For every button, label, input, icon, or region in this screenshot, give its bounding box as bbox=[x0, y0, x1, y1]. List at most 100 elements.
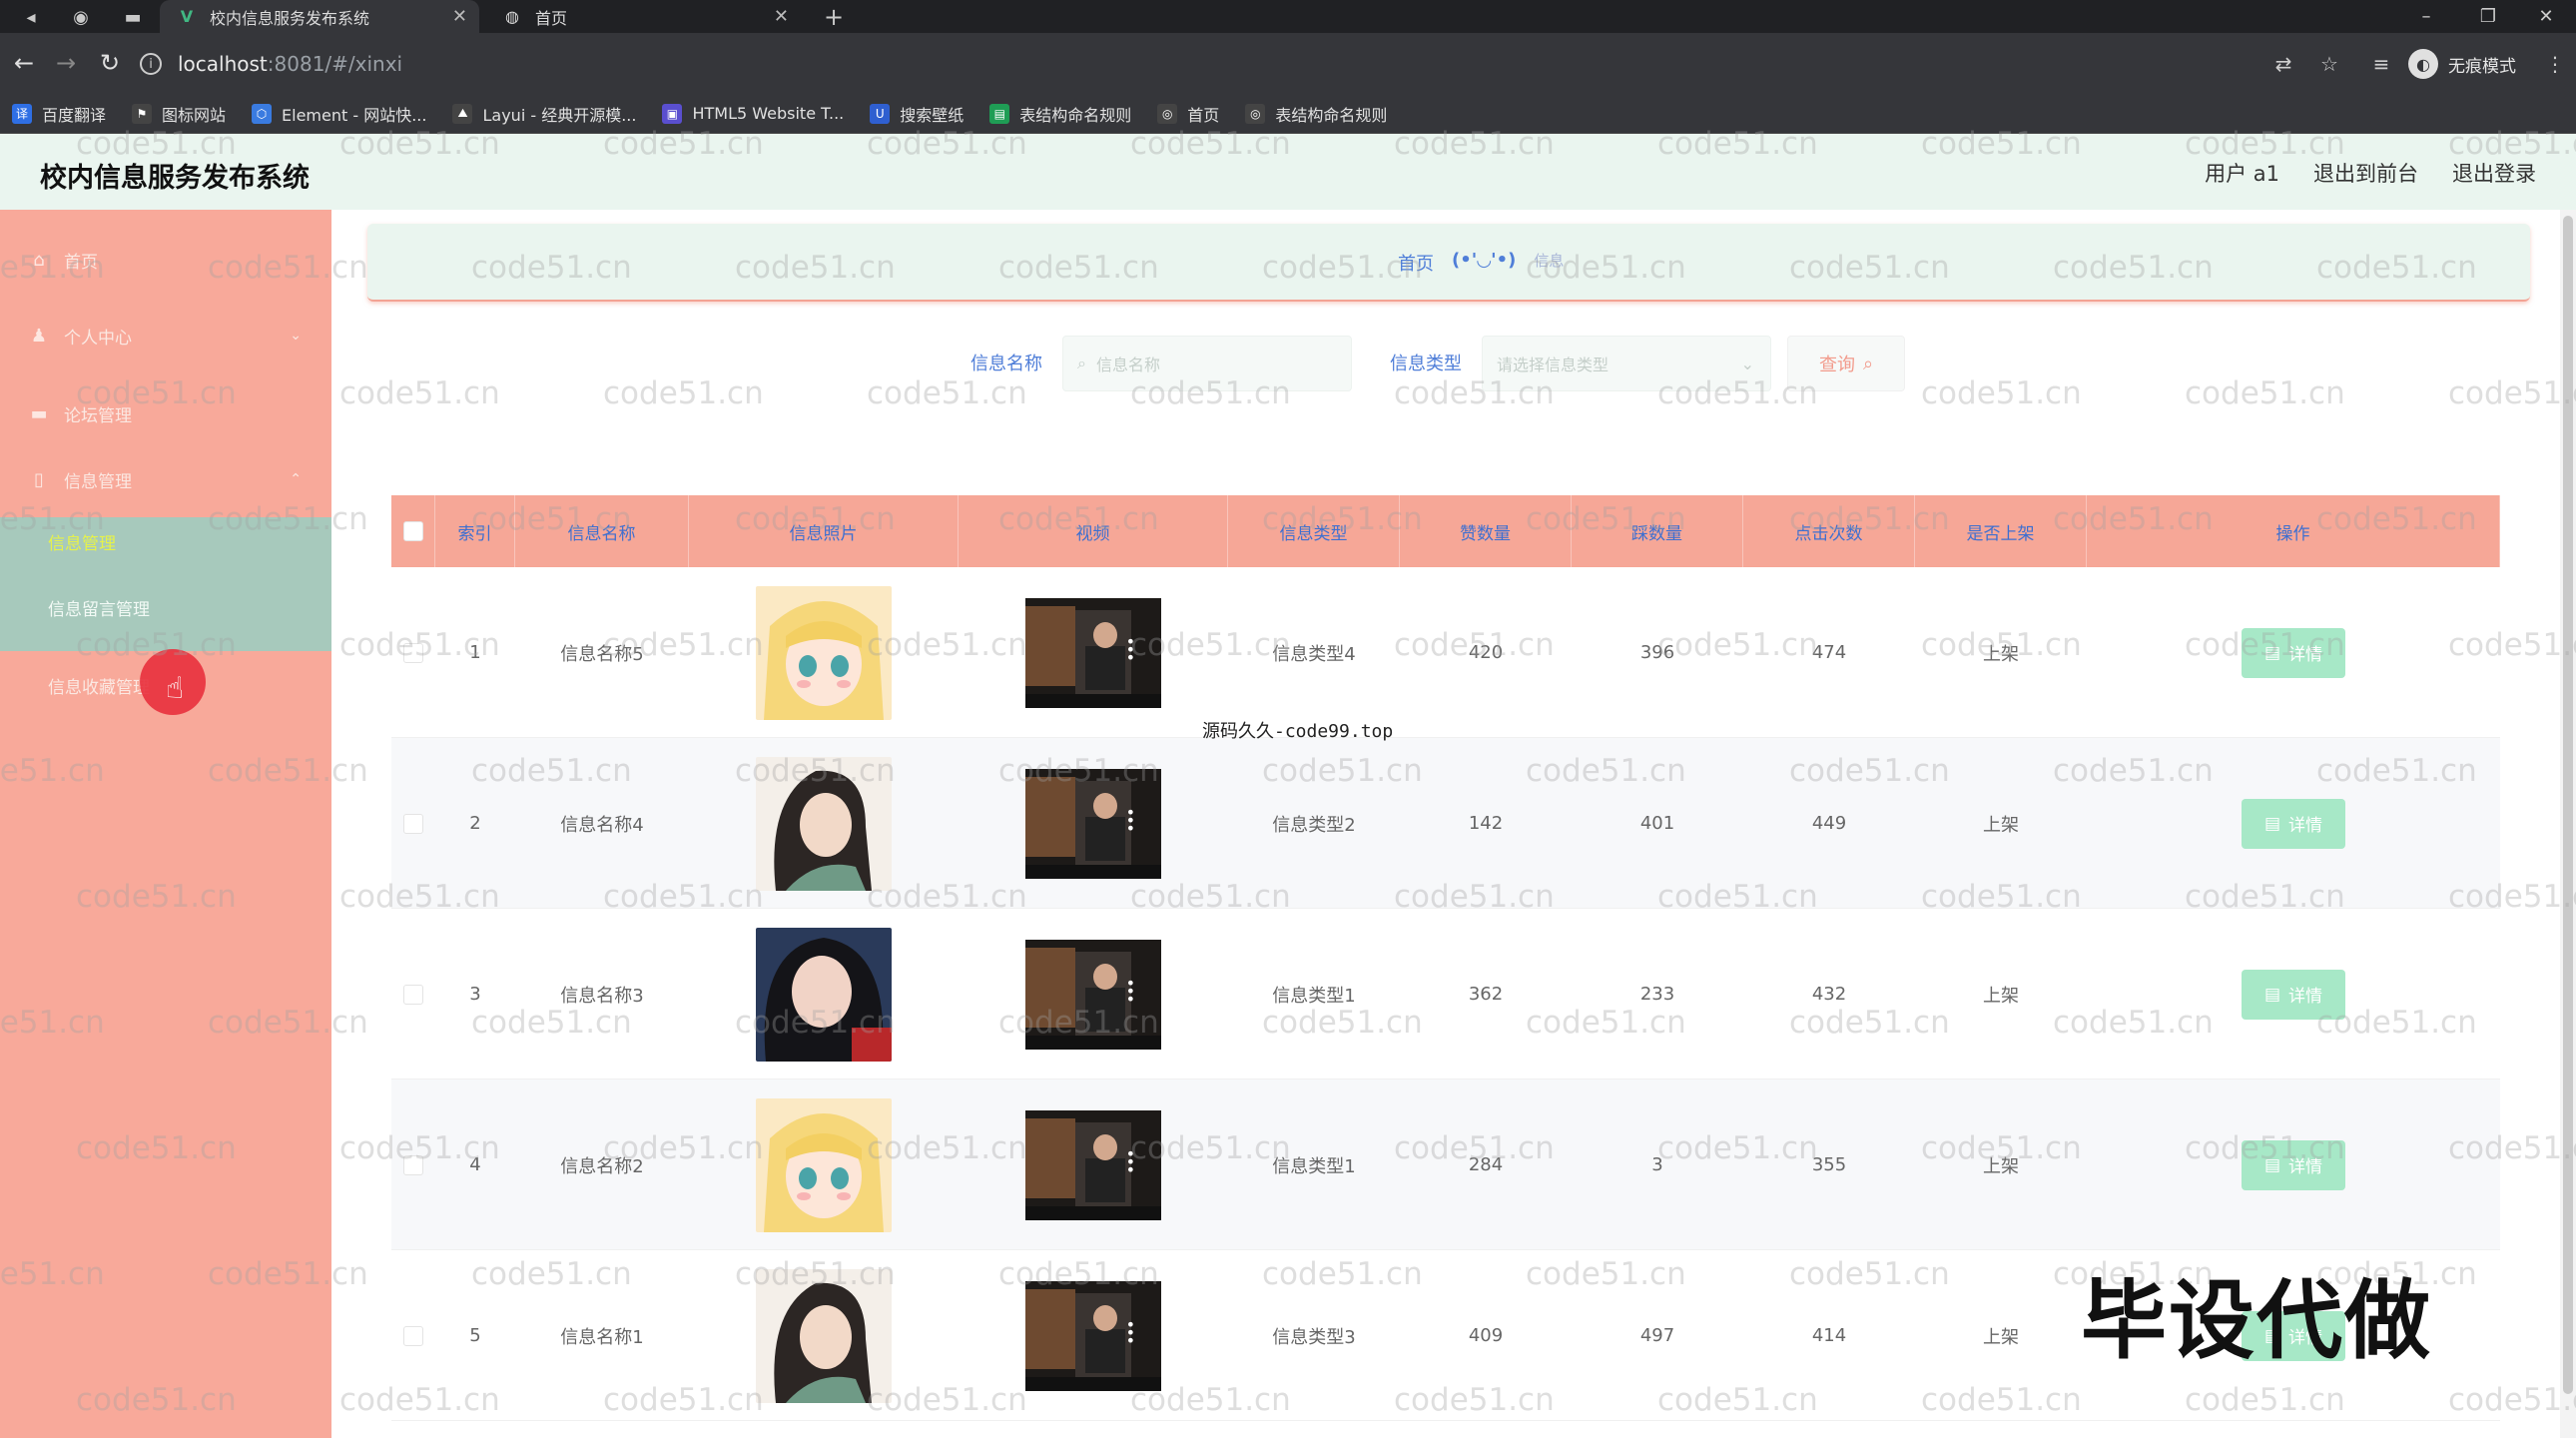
submenu-info-favorites[interactable]: 信息收藏管理 bbox=[48, 673, 150, 698]
detail-button[interactable]: ▤ 详情 bbox=[2242, 969, 2345, 1020]
cell-name: 信息名称5 bbox=[560, 643, 644, 665]
checkbox-box[interactable] bbox=[403, 813, 423, 834]
logout-link[interactable]: 退出登录 bbox=[2452, 158, 2536, 188]
name-search-input[interactable]: ⌕ 信息名称 bbox=[1062, 336, 1352, 391]
checkbox-box[interactable] bbox=[403, 1325, 423, 1346]
row-checkbox[interactable] bbox=[391, 738, 435, 909]
cell-index: 2 bbox=[469, 813, 481, 834]
submenu-info-management[interactable]: 信息管理 bbox=[48, 529, 116, 554]
video-thumbnail[interactable]: • • • bbox=[1025, 1280, 1161, 1391]
cell-index: 4 bbox=[469, 1154, 481, 1175]
forward-icon[interactable]: → bbox=[50, 47, 82, 79]
info-photo-cell bbox=[689, 738, 959, 909]
close-tab-icon[interactable]: ✕ bbox=[452, 6, 467, 27]
cell-clicks: 355 bbox=[1811, 1154, 1847, 1175]
submenu-info-comments[interactable]: 信息留言管理 bbox=[48, 595, 150, 620]
bookmark-item[interactable]: ⚑ 图标网站 bbox=[132, 102, 226, 126]
browser-tab[interactable]: ◍ 首页 ✕ bbox=[485, 0, 801, 33]
table-header: 索引 信息名称 信息照片 视频 信息类型 赞数量 踩数量 点击次数 是否上架 操作 bbox=[391, 495, 2500, 567]
sidebar-item-info[interactable]: ▯ 信息管理 ⌃ bbox=[0, 441, 331, 517]
breadcrumb-emoticon: (•'◡'•) bbox=[1452, 250, 1517, 271]
anime-photo bbox=[756, 585, 892, 720]
cell-dislikes: 401 bbox=[1639, 813, 1675, 834]
more-options-icon[interactable]: • • • bbox=[1126, 633, 1135, 665]
checkbox-box[interactable] bbox=[403, 642, 423, 663]
globe-icon[interactable]: ◉ bbox=[66, 2, 96, 32]
detail-button[interactable]: ▤ 详情 bbox=[2242, 1139, 2345, 1190]
breadcrumb-current: 信息 bbox=[1534, 252, 1565, 270]
more-options-icon[interactable]: • • • bbox=[1126, 804, 1135, 836]
reload-icon[interactable]: ↻ bbox=[94, 47, 126, 79]
cell-likes: 142 bbox=[1468, 813, 1504, 834]
chevron-down-icon: ⌄ bbox=[1740, 354, 1754, 373]
row-checkbox[interactable] bbox=[391, 909, 435, 1079]
close-tab-icon[interactable]: ✕ bbox=[774, 6, 789, 27]
page-scrollbar[interactable] bbox=[2560, 210, 2576, 1438]
column-header: 视频 bbox=[959, 495, 1228, 567]
type-placeholder: 请选择信息类型 bbox=[1497, 356, 1610, 374]
cell-dislikes: 3 bbox=[1651, 1154, 1663, 1175]
detail-button[interactable]: ▤ 详情 bbox=[2242, 798, 2345, 849]
detail-button[interactable]: ▤ 详情 bbox=[2242, 627, 2345, 678]
site-info-icon[interactable]: i bbox=[140, 53, 162, 75]
bookmark-item[interactable]: ▣ HTML5 Website T... bbox=[662, 103, 844, 124]
sidebar-item-profile[interactable]: ♟ 个人中心 ⌄ bbox=[0, 298, 331, 373]
star-icon[interactable]: ☆ bbox=[2314, 49, 2344, 79]
more-options-icon[interactable]: • • • bbox=[1126, 1316, 1135, 1348]
address-bar[interactable]: i localhost :8081/#/xinxi bbox=[140, 43, 2256, 85]
row-checkbox[interactable] bbox=[391, 567, 435, 738]
translate-icon[interactable]: ⇄ bbox=[2268, 49, 2298, 79]
forum-icon: ▬ bbox=[30, 402, 48, 424]
browser-tab-active[interactable]: V 校内信息服务发布系统 ✕ bbox=[160, 0, 479, 33]
column-header: 操作 bbox=[2087, 495, 2500, 567]
bookmark-label: 表结构命名规则 bbox=[1275, 105, 1388, 125]
new-tab-icon[interactable]: + bbox=[819, 2, 849, 32]
video-thumbnail[interactable]: • • • bbox=[1025, 939, 1161, 1050]
video-thumbnail[interactable]: • • • bbox=[1025, 768, 1161, 879]
menu-icon[interactable]: ⋮ bbox=[2540, 49, 2570, 79]
sidebar-item-forum[interactable]: ▬ 论坛管理 bbox=[0, 375, 331, 451]
sidebar-item-home[interactable]: ⌂ 首页 bbox=[0, 222, 331, 298]
type-select[interactable]: 请选择信息类型 ⌄ bbox=[1482, 336, 1771, 391]
breadcrumb-home[interactable]: 首页 bbox=[1398, 250, 1434, 276]
bookmark-item[interactable]: U 搜索壁纸 bbox=[870, 102, 964, 126]
bookmark-icon: 译 bbox=[12, 103, 32, 124]
back-icon[interactable]: ← bbox=[8, 47, 40, 79]
video-thumbnail[interactable]: • • • bbox=[1025, 1109, 1161, 1220]
bookmark-item[interactable]: ◎ 首页 bbox=[1157, 102, 1219, 126]
more-options-icon[interactable]: • • • bbox=[1126, 1145, 1135, 1177]
reading-list-icon[interactable]: ≡ bbox=[2366, 49, 2396, 79]
restore-icon[interactable]: ❐ bbox=[2458, 0, 2518, 33]
checkbox-box[interactable] bbox=[403, 984, 423, 1005]
row-checkbox[interactable] bbox=[391, 1079, 435, 1250]
user-icon: ♟ bbox=[30, 325, 48, 347]
close-window-icon[interactable]: ✕ bbox=[2516, 0, 2576, 33]
select-all-checkbox[interactable] bbox=[391, 495, 435, 567]
query-button[interactable]: 查询 ⌕ bbox=[1787, 336, 1905, 391]
bookmark-item[interactable]: ⛰ Layui - 经典开源模... bbox=[452, 102, 636, 126]
video-cell: • • • bbox=[959, 567, 1228, 738]
more-options-icon[interactable]: • • • bbox=[1126, 975, 1135, 1007]
detail-button-label: 详情 bbox=[2288, 645, 2323, 665]
back-to-front-link[interactable]: 退出到前台 bbox=[2313, 158, 2418, 188]
url-path: :8081/#/xinxi bbox=[267, 52, 403, 76]
row-checkbox[interactable] bbox=[391, 1250, 435, 1421]
window-icon[interactable]: ▬ bbox=[118, 2, 148, 32]
bookmark-item[interactable]: ▤ 表结构命名规则 bbox=[989, 102, 1131, 126]
minimize-icon[interactable]: – bbox=[2396, 0, 2456, 33]
bookmark-item[interactable]: ⬡ Element - 网站快... bbox=[252, 102, 426, 126]
bookmark-item[interactable]: 译百度翻译 bbox=[12, 102, 106, 126]
checkbox-box[interactable] bbox=[402, 521, 423, 541]
breadcrumb: 首页 (•'◡'•) 信息 bbox=[367, 224, 2530, 302]
bookmark-icon: ⚑ bbox=[132, 103, 153, 124]
info-icon: ▯ bbox=[34, 468, 44, 490]
bookmark-item[interactable]: ◎ 表结构命名规则 bbox=[1245, 102, 1387, 126]
speaker-icon[interactable]: ◂ bbox=[16, 2, 46, 32]
checkbox-box[interactable] bbox=[403, 1154, 423, 1175]
video-thumbnail[interactable]: • • • bbox=[1025, 597, 1161, 708]
incognito-indicator[interactable]: ◐ 无痕模式 bbox=[2408, 45, 2516, 83]
browser-tab-bar: ◂ ◉ ▬ V 校内信息服务发布系统 ✕ ◍ 首页 ✕ + – ❐ ✕ bbox=[0, 0, 2576, 33]
scrollbar-thumb[interactable] bbox=[2563, 216, 2573, 1394]
current-user: 用户 a1 bbox=[2205, 162, 2279, 186]
browser-toolbar: ← → ↻ i localhost :8081/#/xinxi ⇄ ☆ ≡ ◐ … bbox=[0, 33, 2576, 94]
